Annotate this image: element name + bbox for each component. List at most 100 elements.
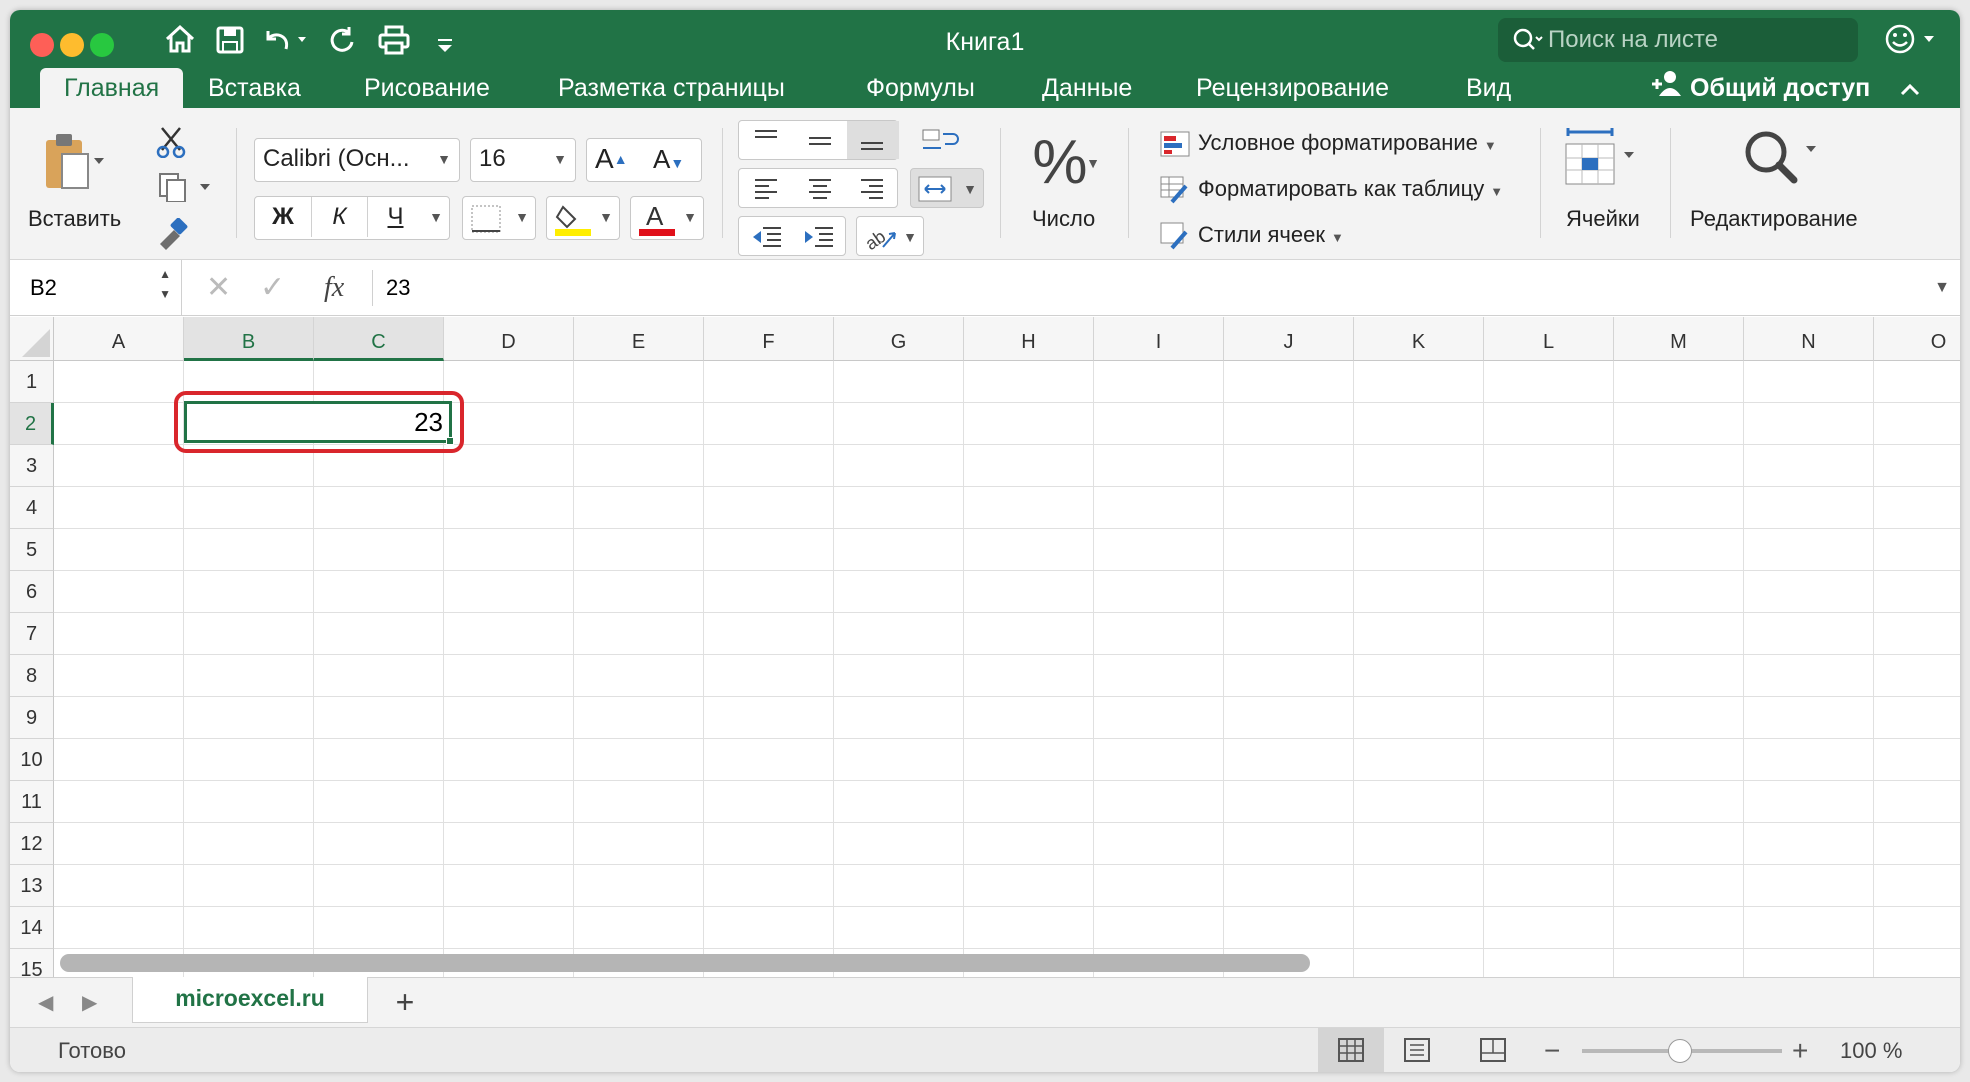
- borders-button[interactable]: ▼: [462, 196, 536, 240]
- zoom-slider-thumb[interactable]: [1668, 1039, 1692, 1063]
- column-header[interactable]: B: [184, 317, 314, 361]
- column-header[interactable]: L: [1484, 317, 1614, 361]
- decrease-indent-icon[interactable]: [751, 225, 783, 249]
- search-input[interactable]: Поиск на листе: [1498, 18, 1858, 62]
- column-header[interactable]: O: [1874, 317, 1960, 361]
- normal-view-icon: [1338, 1038, 1364, 1062]
- align-bottom-icon[interactable]: [847, 121, 899, 159]
- zoom-out-button[interactable]: −: [1544, 1028, 1560, 1072]
- row-header[interactable]: 4: [10, 487, 54, 529]
- paste-label[interactable]: Вставить: [28, 206, 121, 232]
- align-top-icon[interactable]: [753, 129, 779, 153]
- editing-button[interactable]: [1736, 126, 1826, 196]
- next-sheet-icon[interactable]: ▶: [82, 990, 97, 1015]
- conditional-formatting-button[interactable]: Условное форматирование ▼: [1160, 130, 1497, 157]
- increase-font-icon[interactable]: A▲: [595, 139, 628, 179]
- share-button[interactable]: Общий доступ: [1650, 68, 1921, 108]
- row-header[interactable]: 10: [10, 739, 54, 781]
- collapse-ribbon-icon[interactable]: [1899, 69, 1921, 109]
- column-header[interactable]: E: [574, 317, 704, 361]
- column-header[interactable]: N: [1744, 317, 1874, 361]
- row-header[interactable]: 6: [10, 571, 54, 613]
- align-left-icon[interactable]: [753, 177, 779, 201]
- row-header[interactable]: 11: [10, 781, 54, 823]
- horizontal-scrollbar[interactable]: [60, 954, 1310, 972]
- font-size-select[interactable]: 16 ▼: [470, 138, 576, 182]
- tab-home[interactable]: Главная: [40, 68, 184, 108]
- italic-button[interactable]: К: [311, 197, 367, 237]
- column-header[interactable]: C: [314, 317, 444, 361]
- cell-styles-button[interactable]: Стили ячеек ▼: [1160, 222, 1344, 250]
- decrease-font-icon[interactable]: A▼: [653, 139, 684, 183]
- row-header[interactable]: 3: [10, 445, 54, 487]
- row-header[interactable]: 8: [10, 655, 54, 697]
- column-header[interactable]: D: [444, 317, 574, 361]
- name-box[interactable]: B2 ▲ ▼: [10, 260, 182, 316]
- zoom-in-button[interactable]: +: [1792, 1028, 1808, 1072]
- tab-draw[interactable]: Рисование: [364, 68, 490, 108]
- name-box-stepper-icon[interactable]: ▲ ▼: [159, 264, 171, 304]
- underline-button[interactable]: Ч: [367, 197, 423, 237]
- merge-center-button[interactable]: ▼: [910, 168, 984, 208]
- row-header[interactable]: 5: [10, 529, 54, 571]
- tab-page-layout[interactable]: Разметка страницы: [558, 68, 785, 108]
- format-as-table-button[interactable]: Форматировать как таблицу ▼: [1160, 176, 1503, 204]
- tab-review[interactable]: Рецензирование: [1196, 68, 1389, 108]
- formula-input[interactable]: 23: [386, 260, 1886, 316]
- zoom-level[interactable]: 100 %: [1840, 1028, 1902, 1072]
- expand-formula-bar-icon[interactable]: ▼: [1934, 260, 1950, 316]
- tab-insert[interactable]: Вставка: [208, 68, 301, 108]
- orientation-button[interactable]: ab ▼: [856, 216, 924, 256]
- row-gridline: [54, 822, 1960, 823]
- page-break-view-icon[interactable]: [1480, 1038, 1506, 1067]
- font-name-select[interactable]: Calibri (Осн... ▼: [254, 138, 460, 182]
- column-header[interactable]: A: [54, 317, 184, 361]
- insert-function-button[interactable]: fx: [324, 260, 344, 316]
- select-all-corner[interactable]: [10, 317, 54, 361]
- align-right-icon[interactable]: [859, 177, 885, 201]
- editing-label: Редактирование: [1690, 206, 1858, 231]
- format-painter-icon[interactable]: [156, 217, 188, 250]
- copy-icon[interactable]: [156, 172, 216, 203]
- previous-sheet-icon[interactable]: ◀: [38, 990, 53, 1015]
- fill-color-button[interactable]: ▼: [546, 196, 620, 240]
- column-header[interactable]: M: [1614, 317, 1744, 361]
- column-header[interactable]: I: [1094, 317, 1224, 361]
- number-format-button[interactable]: % ▼: [1020, 128, 1100, 198]
- row-header[interactable]: 15: [10, 949, 54, 977]
- align-center-icon[interactable]: [807, 177, 833, 201]
- wrap-text-icon[interactable]: [920, 128, 960, 158]
- increase-indent-icon[interactable]: [803, 225, 835, 249]
- row-header[interactable]: 1: [10, 361, 54, 403]
- row-header[interactable]: 14: [10, 907, 54, 949]
- row-header[interactable]: 12: [10, 823, 54, 865]
- row-header[interactable]: 2: [10, 403, 54, 445]
- align-middle-icon[interactable]: [807, 129, 833, 153]
- cells-button[interactable]: [1562, 126, 1642, 196]
- column-header[interactable]: F: [704, 317, 834, 361]
- font-color-button[interactable]: A ▼: [630, 196, 704, 240]
- account-icon[interactable]: [1882, 22, 1942, 66]
- tab-formulas[interactable]: Формулы: [866, 68, 975, 108]
- tab-view[interactable]: Вид: [1466, 68, 1511, 108]
- bold-button[interactable]: Ж: [255, 197, 311, 237]
- column-header[interactable]: J: [1224, 317, 1354, 361]
- cancel-entry-icon[interactable]: ✕: [206, 260, 231, 316]
- horizontal-align-group: [738, 168, 898, 208]
- column-header[interactable]: G: [834, 317, 964, 361]
- sheet-tab-active[interactable]: microexcel.ru: [132, 977, 368, 1023]
- cut-icon[interactable]: [156, 126, 186, 159]
- row-header[interactable]: 13: [10, 865, 54, 907]
- column-header[interactable]: H: [964, 317, 1094, 361]
- confirm-entry-icon[interactable]: ✓: [260, 260, 285, 316]
- normal-view-button[interactable]: [1318, 1028, 1384, 1072]
- tab-data[interactable]: Данные: [1042, 68, 1132, 108]
- row-header[interactable]: 9: [10, 697, 54, 739]
- worksheet-grid[interactable]: ABCDEFGHIJKLMNO 1 2 3 4 5 6 7 8 9 10 11 12 13 14 15 23: [10, 317, 1960, 977]
- add-sheet-button[interactable]: +: [380, 978, 430, 1026]
- page-layout-view-icon[interactable]: [1404, 1038, 1430, 1067]
- paste-icon[interactable]: [38, 130, 108, 196]
- column-header[interactable]: K: [1354, 317, 1484, 361]
- row-header[interactable]: 7: [10, 613, 54, 655]
- chevron-down-icon[interactable]: ▼: [429, 197, 443, 237]
